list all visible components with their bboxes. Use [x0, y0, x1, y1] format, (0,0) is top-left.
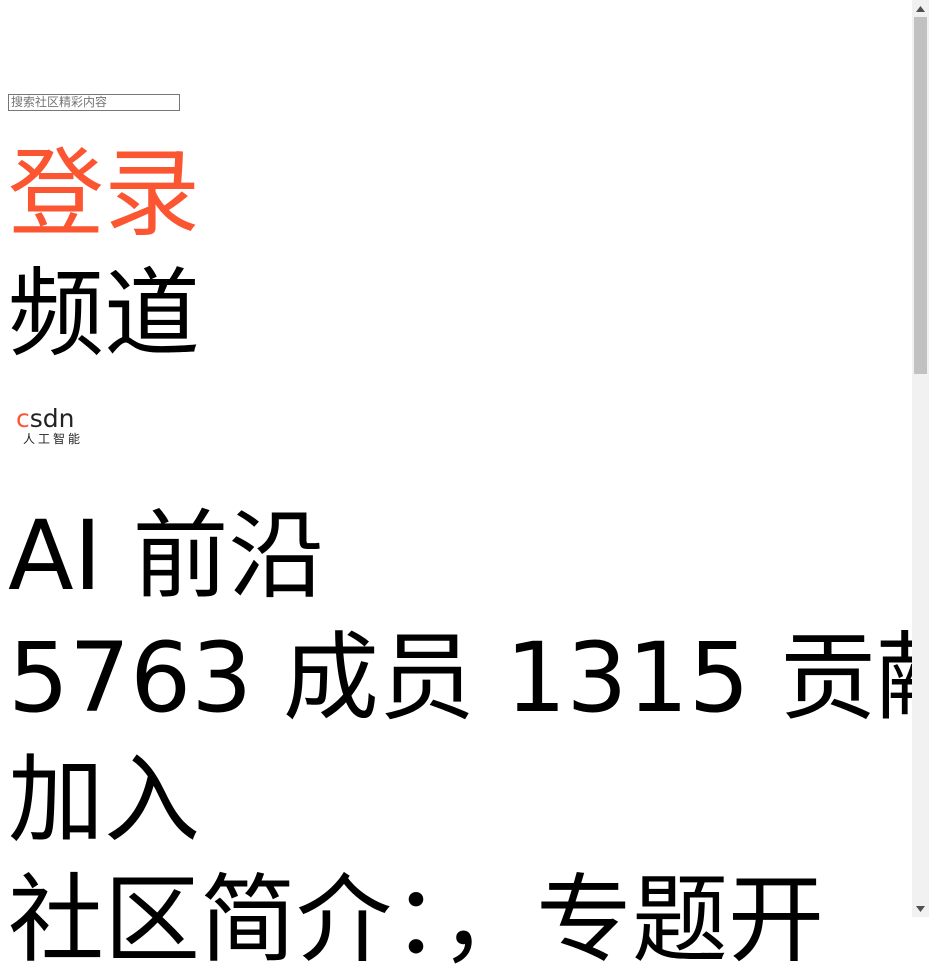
- join-button[interactable]: 加入: [8, 752, 200, 848]
- scroll-up-button[interactable]: [912, 0, 929, 17]
- members-label: 成员: [282, 622, 475, 734]
- search-input[interactable]: [8, 93, 180, 111]
- community-intro: 社区简介：，专题开: [8, 864, 824, 976]
- logo-subtitle: 人工智能: [23, 432, 84, 446]
- scroll-thumb[interactable]: [914, 17, 927, 374]
- logo-wordmark-c: c: [16, 404, 30, 433]
- channel-heading[interactable]: 频道: [8, 266, 200, 362]
- logo-wordmark: csdn: [16, 406, 96, 432]
- contributions-count: 1315: [505, 622, 750, 734]
- community-stats: 5763 成员 1315 贡献: [8, 630, 929, 726]
- members-count: 5763: [8, 622, 253, 734]
- csdn-ai-logo: csdn 人工智能: [16, 406, 96, 450]
- logo-wordmark-rest: sdn: [29, 404, 75, 433]
- scroll-down-button[interactable]: [912, 900, 929, 917]
- search-bar: [8, 91, 180, 111]
- login-link[interactable]: 登录: [8, 146, 200, 242]
- triangle-up-icon: [916, 5, 925, 12]
- vertical-scrollbar[interactable]: [912, 0, 929, 917]
- contributions-label: 贡献: [780, 622, 929, 734]
- community-title: AI 前沿: [8, 500, 325, 612]
- triangle-down-icon: [916, 905, 925, 912]
